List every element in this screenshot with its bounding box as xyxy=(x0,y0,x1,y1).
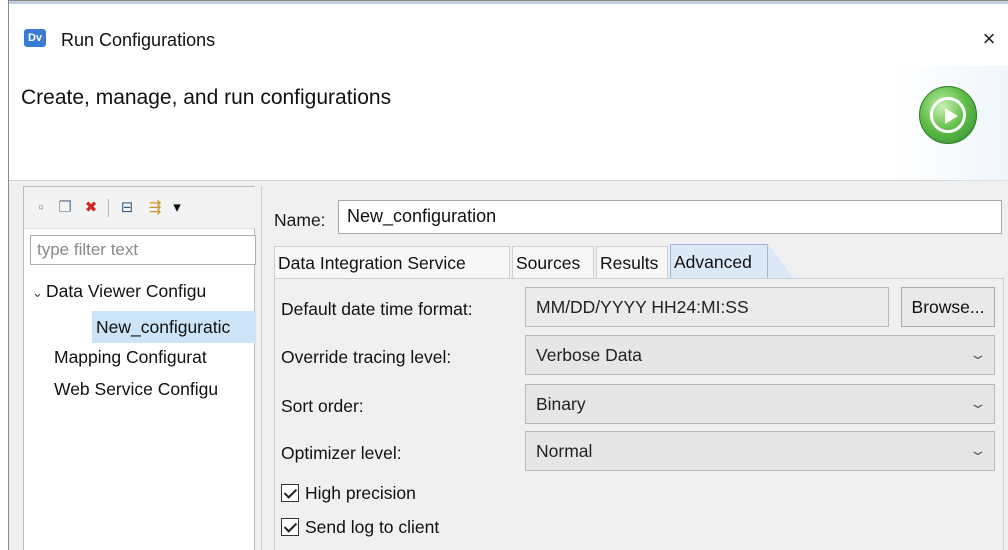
sort-order-value: Binary xyxy=(536,394,586,414)
active-tab-tail xyxy=(768,244,794,278)
name-label: Name: xyxy=(274,210,326,230)
optimizer-level-value: Normal xyxy=(536,441,593,461)
tab-sources[interactable]: Sources xyxy=(512,246,594,278)
filter-icon[interactable]: ⇶ xyxy=(146,199,164,217)
tracing-level-value: Verbose Data xyxy=(536,345,643,365)
tracing-level-select[interactable]: Verbose Data ⌄ xyxy=(525,335,995,375)
optimizer-level-select[interactable]: Normal ⌄ xyxy=(525,431,995,471)
send-log-checkbox[interactable]: Send log to client xyxy=(281,517,439,538)
header-title: Create, manage, and run configurations xyxy=(21,86,392,109)
filter-input[interactable] xyxy=(30,235,256,265)
optimizer-level-label: Optimizer level: xyxy=(281,443,402,463)
configuration-editor-panel: Name: New_configuration Data Integration… xyxy=(261,186,1008,550)
dialog-header: Create, manage, and run configurations xyxy=(9,66,1008,181)
date-format-field[interactable]: MM/DD/YYYY HH24:MI:SS xyxy=(525,287,889,327)
tree-item-label: New_configuratic xyxy=(96,317,231,337)
duplicate-icon[interactable]: ❐ xyxy=(56,199,74,217)
tab-data-integration-service[interactable]: Data Integration Service xyxy=(274,246,510,278)
tree-item-label: Mapping Configurat xyxy=(54,347,207,367)
tree-toolbar: ▫ ❐ ✖ ⊟ ⇶ ▾ xyxy=(24,187,256,229)
run-play-icon xyxy=(919,86,977,144)
date-format-label: Default date time format: xyxy=(281,299,473,319)
run-play-icon-triangle xyxy=(945,108,958,124)
expand-chevron-icon[interactable]: ⌄ xyxy=(32,285,46,301)
chevron-down-icon: ⌄ xyxy=(968,395,988,411)
high-precision-label: High precision xyxy=(305,483,416,503)
sort-order-label: Sort order: xyxy=(281,396,364,416)
window-title: Run Configurations xyxy=(61,30,216,50)
tree-item-label: Data Viewer Configu xyxy=(46,281,207,301)
toolbar-separator xyxy=(108,199,109,217)
new-configuration-icon[interactable]: ▫ xyxy=(32,199,50,217)
title-bar: Dv Run Configurations × xyxy=(9,4,1008,66)
tab-strip: Data Integration Service Sources Results… xyxy=(274,244,1004,278)
tree-item-label: Web Service Configu xyxy=(54,379,219,399)
dropdown-arrow-icon[interactable]: ▾ xyxy=(168,199,186,217)
close-button[interactable]: × xyxy=(975,26,1003,54)
collapse-all-icon[interactable]: ⊟ xyxy=(118,199,136,217)
tab-advanced[interactable]: Advanced xyxy=(670,244,768,278)
configuration-tree-panel: ▫ ❐ ✖ ⊟ ⇶ ▾ ⌄Data Viewer Configu New_con… xyxy=(23,186,256,550)
checkbox-checked-icon[interactable] xyxy=(281,518,299,536)
tree-item-new-configuration[interactable]: New_configuratic xyxy=(92,311,256,343)
tree-item-data-viewer[interactable]: ⌄ Data Viewer Configu xyxy=(32,281,256,307)
tracing-level-label: Override tracing level: xyxy=(281,347,452,367)
chevron-down-icon: ⌄ xyxy=(968,442,988,458)
tree-item-mapping[interactable]: Mapping Configurat xyxy=(54,347,256,373)
high-precision-checkbox[interactable]: High precision xyxy=(281,483,416,504)
sort-order-select[interactable]: Binary ⌄ xyxy=(525,384,995,424)
advanced-tab-content: Default date time format: MM/DD/YYYY HH2… xyxy=(274,278,1004,550)
run-configurations-dialog: Dv Run Configurations × Create, manage, … xyxy=(8,0,1008,550)
browse-button[interactable]: Browse... xyxy=(901,287,995,327)
delete-icon[interactable]: ✖ xyxy=(82,199,100,217)
run-play-icon-ring xyxy=(930,97,966,133)
tree-item-web-service[interactable]: Web Service Configu xyxy=(54,379,256,405)
app-icon: Dv xyxy=(24,29,46,47)
chevron-down-icon: ⌄ xyxy=(968,346,988,362)
tab-results[interactable]: Results xyxy=(596,246,668,278)
checkbox-checked-icon[interactable] xyxy=(281,484,299,502)
send-log-label: Send log to client xyxy=(305,517,440,537)
name-field[interactable]: New_configuration xyxy=(338,200,1002,234)
